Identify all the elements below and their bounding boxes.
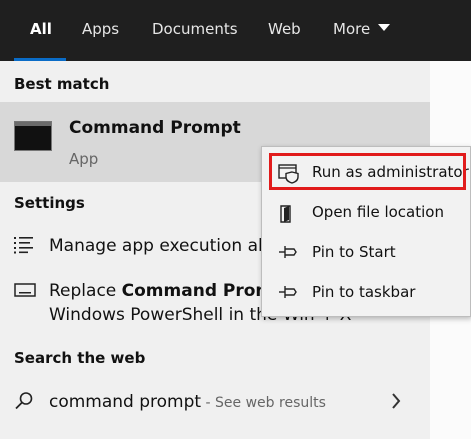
menu-item-pin-to-taskbar[interactable]: Pin to taskbar xyxy=(262,273,470,313)
setting-replace-prefix: Replace xyxy=(49,281,122,301)
menu-item-open-file-location-label: Open file location xyxy=(312,203,444,221)
setting-manage-app-execution-label: Manage app execution ali xyxy=(49,236,268,256)
search-web-header: Search the web xyxy=(14,349,146,367)
menu-item-open-file-location[interactable]: Open file location xyxy=(262,193,470,233)
search-icon xyxy=(15,392,33,410)
tab-web[interactable]: Web xyxy=(268,0,301,61)
best-match-subtitle: App xyxy=(69,150,99,168)
menu-item-pin-to-start-label: Pin to Start xyxy=(312,243,396,261)
highlight-box xyxy=(269,153,466,190)
caret-down-icon xyxy=(378,24,391,31)
command-prompt-icon xyxy=(14,121,52,151)
pin-icon xyxy=(279,286,297,298)
best-match-title: Command Prompt xyxy=(69,118,241,138)
tab-documents[interactable]: Documents xyxy=(152,0,238,61)
file-location-icon xyxy=(280,205,291,223)
best-match-header: Best match xyxy=(14,75,110,93)
tab-more[interactable]: More xyxy=(333,0,391,61)
web-search-query: command prompt xyxy=(49,392,202,412)
web-search-suffix: - See web results xyxy=(201,395,326,411)
menu-item-pin-to-start[interactable]: Pin to Start xyxy=(262,233,470,273)
list-settings-icon xyxy=(14,237,33,254)
web-search-text: command prompt - See web results xyxy=(49,392,326,412)
settings-header: Settings xyxy=(14,194,85,212)
pin-icon xyxy=(279,246,297,258)
tab-apps[interactable]: Apps xyxy=(82,0,119,61)
keyboard-icon xyxy=(14,283,36,297)
chevron-right-icon xyxy=(392,393,401,409)
tab-more-label: More xyxy=(333,20,371,38)
tab-all[interactable]: All xyxy=(30,0,52,61)
setting-replace-label: Replace Command Promp xyxy=(49,281,285,301)
menu-item-pin-to-taskbar-label: Pin to taskbar xyxy=(312,283,416,301)
search-filter-bar: All Apps Documents Web More xyxy=(0,0,471,61)
